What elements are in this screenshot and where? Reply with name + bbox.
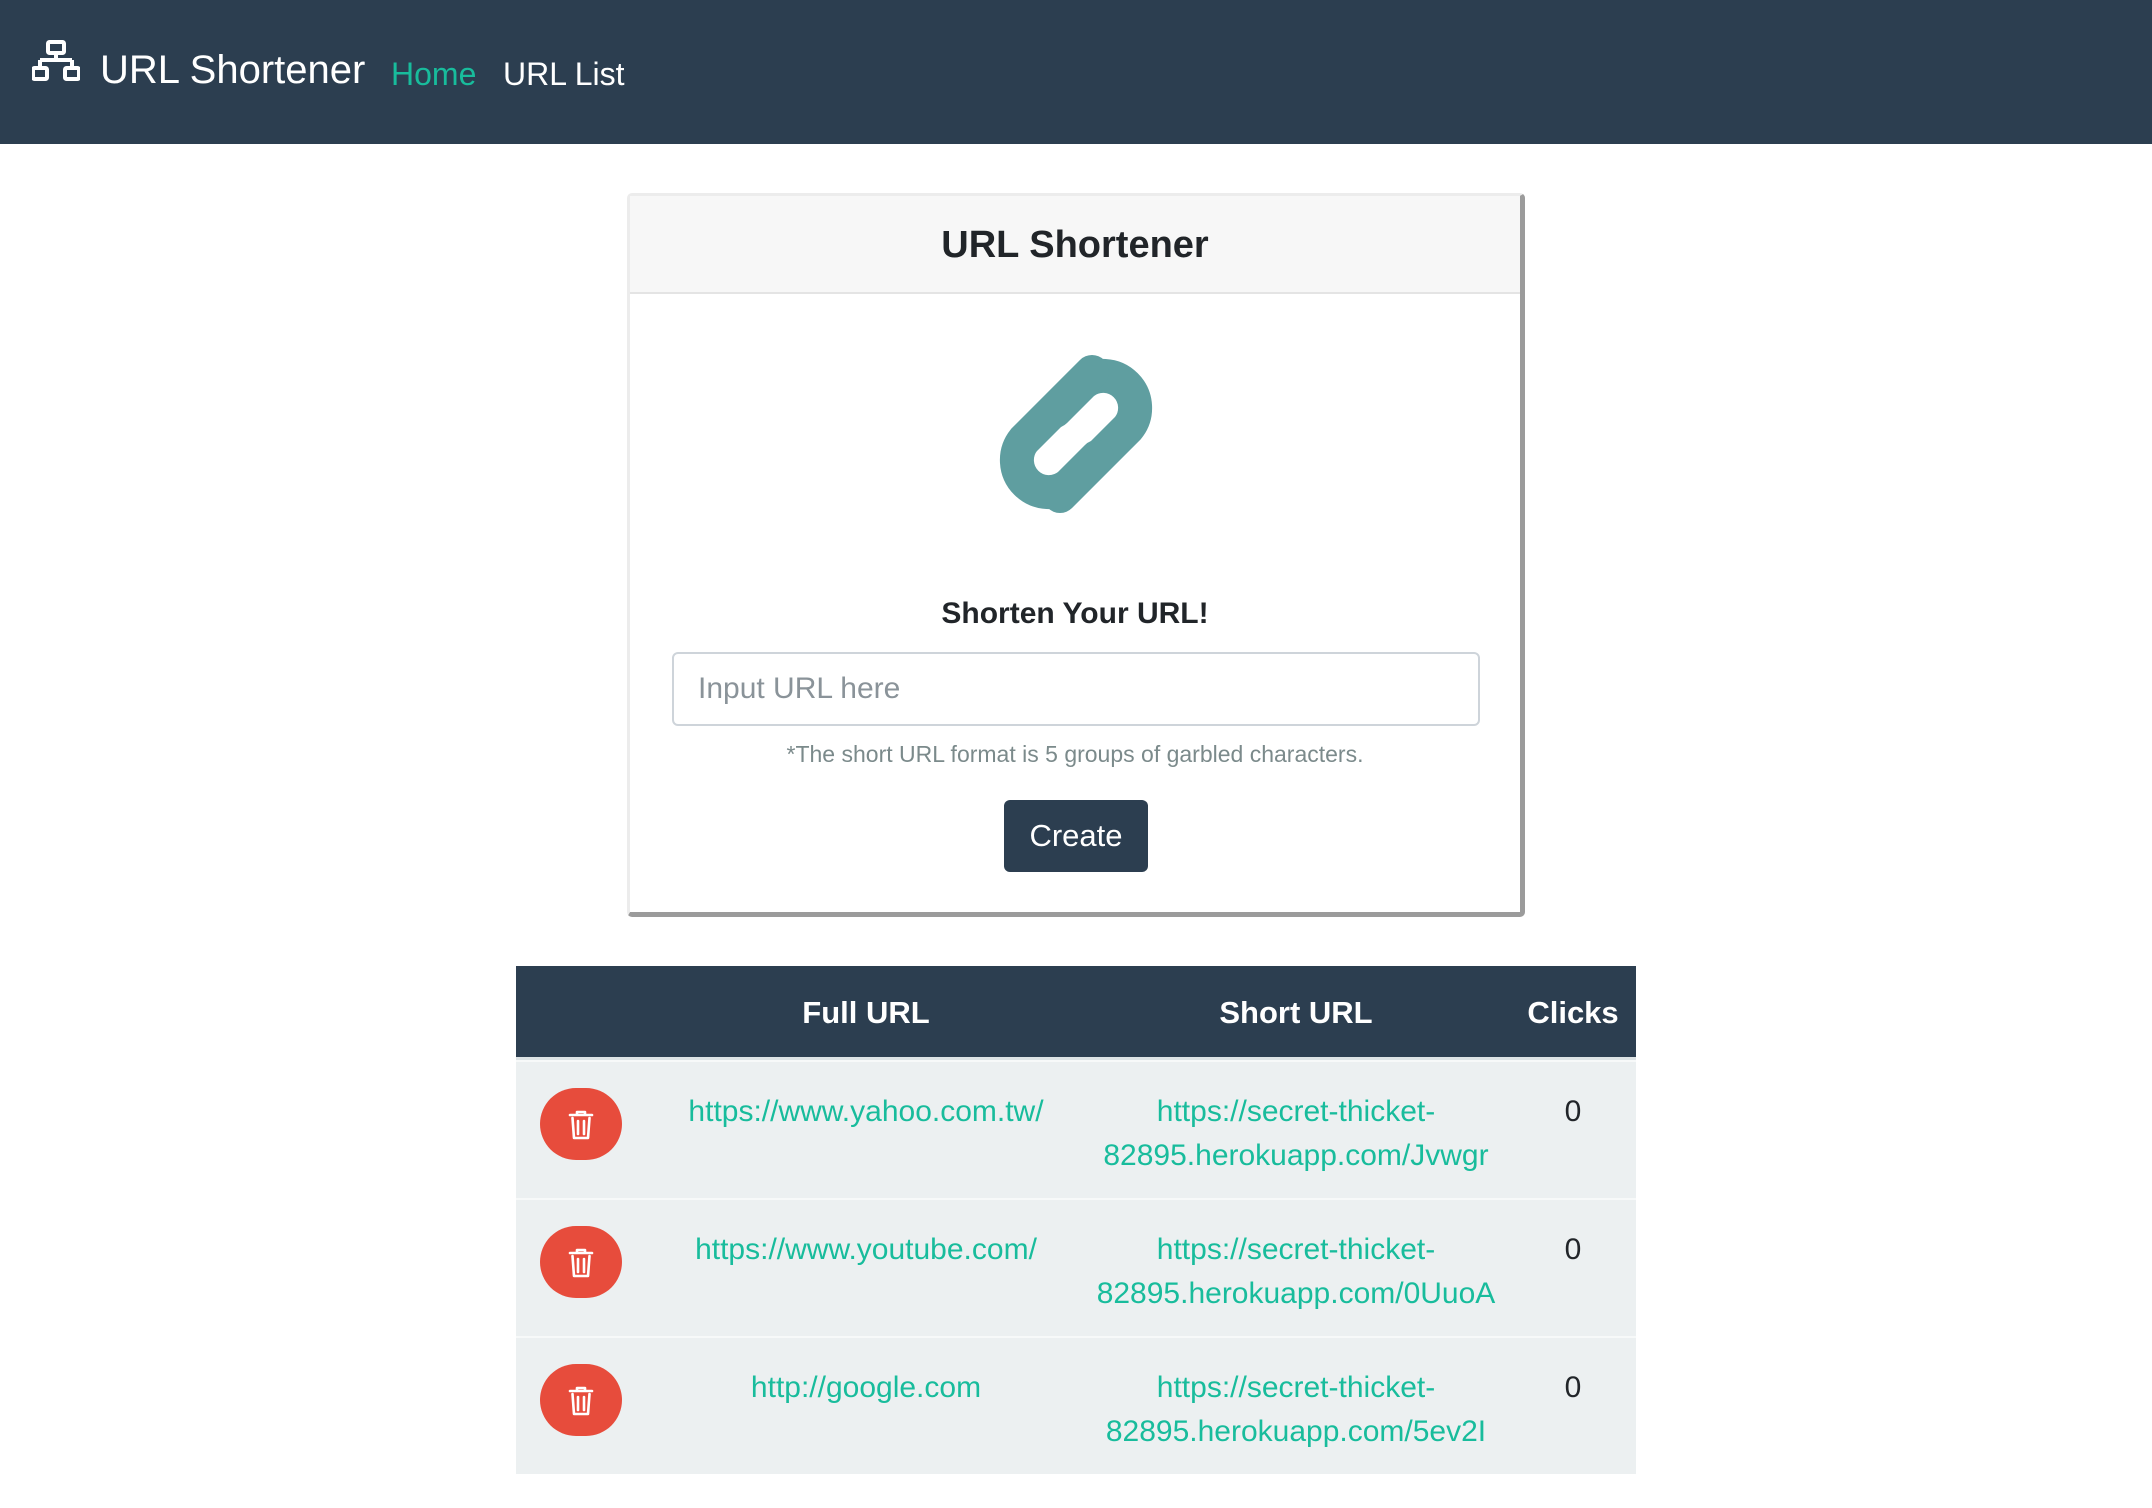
brand-title[interactable]: URL Shortener xyxy=(100,44,365,96)
short-url-link[interactable]: https://secret-thicket- 82895.herokuapp.c… xyxy=(1103,1095,1488,1172)
short-url-cell: https://secret-thicket- 82895.herokuapp.c… xyxy=(1082,1228,1510,1316)
trash-icon xyxy=(568,1248,594,1278)
short-url-line-1: https://secret-thicket- xyxy=(1156,1095,1436,1128)
link-icon xyxy=(999,355,1153,513)
delete-button[interactable] xyxy=(540,1088,622,1160)
clicks-count: 0 xyxy=(1564,1371,1582,1404)
sitemap-icon[interactable] xyxy=(32,40,80,82)
table-row: https://www.yahoo.com.tw/ https://secret… xyxy=(516,1060,1636,1198)
short-url-cell: https://secret-thicket- 82895.herokuapp.c… xyxy=(1082,1366,1510,1454)
create-button[interactable]: Create xyxy=(1004,800,1148,872)
full-url-link[interactable]: http://google.com xyxy=(751,1371,981,1404)
table-header: Full URL Short URL Clicks xyxy=(516,966,1636,1060)
short-url-line-1: https://secret-thicket- xyxy=(1156,1371,1436,1404)
full-url-cell: https://www.youtube.com/ xyxy=(650,1228,1082,1272)
clicks-count: 0 xyxy=(1564,1095,1582,1128)
column-header-full-url: Full URL xyxy=(802,995,930,1030)
short-url-link[interactable]: https://secret-thicket- 82895.herokuapp.c… xyxy=(1097,1233,1496,1310)
nav-link-url-list[interactable]: URL List xyxy=(503,52,625,96)
url-table: Full URL Short URL Clicks https://www.ya… xyxy=(516,966,1636,1474)
full-url-cell: http://google.com xyxy=(650,1366,1082,1410)
full-url-link[interactable]: https://www.youtube.com/ xyxy=(695,1233,1037,1266)
delete-button[interactable] xyxy=(540,1226,622,1298)
table-row: http://google.com https://secret-thicket… xyxy=(516,1336,1636,1474)
nav-link-home[interactable]: Home xyxy=(391,52,476,96)
short-url-cell: https://secret-thicket- 82895.herokuapp.c… xyxy=(1082,1090,1510,1178)
clicks-count: 0 xyxy=(1564,1233,1582,1266)
short-url-line-2: 82895.herokuapp.com/0UuoA xyxy=(1096,1277,1496,1310)
column-header-clicks: Clicks xyxy=(1527,995,1619,1030)
card-subtitle: Shorten Your URL! xyxy=(941,597,1209,630)
trash-icon xyxy=(568,1110,594,1140)
shortener-card: URL Shortener Shorten Your URL! *The sho… xyxy=(627,193,1525,917)
card-title: URL Shortener xyxy=(630,196,1520,294)
url-input[interactable] xyxy=(672,652,1480,726)
navbar: URL Shortener Home URL List xyxy=(0,0,2152,144)
format-hint: *The short URL format is 5 groups of gar… xyxy=(786,741,1364,767)
full-url-link[interactable]: https://www.yahoo.com.tw/ xyxy=(688,1095,1043,1128)
short-url-line-1: https://secret-thicket- xyxy=(1156,1233,1436,1266)
column-header-short-url: Short URL xyxy=(1219,995,1373,1030)
short-url-line-2: 82895.herokuapp.com/Jvwgr xyxy=(1103,1139,1489,1172)
delete-button[interactable] xyxy=(540,1364,622,1436)
short-url-link[interactable]: https://secret-thicket- 82895.herokuapp.c… xyxy=(1106,1371,1486,1448)
short-url-line-2: 82895.herokuapp.com/5ev2I xyxy=(1105,1415,1487,1448)
table-row: https://www.youtube.com/ https://secret-… xyxy=(516,1198,1636,1336)
trash-icon xyxy=(568,1386,594,1416)
full-url-cell: https://www.yahoo.com.tw/ xyxy=(650,1090,1082,1134)
